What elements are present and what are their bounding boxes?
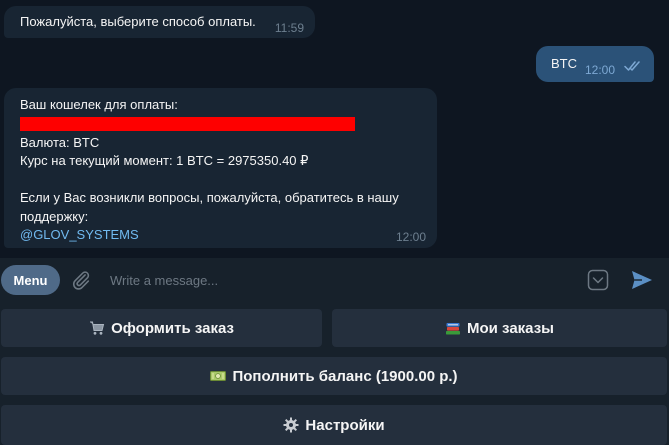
- menu-button[interactable]: Menu: [1, 265, 60, 295]
- rate-line: Курс на текущий момент: 1 BTC = 2975350.…: [20, 153, 309, 168]
- message-time: 11:59: [274, 21, 304, 35]
- bot-keyboard-toggle-icon[interactable]: [587, 269, 609, 291]
- settings-button[interactable]: Настройки: [1, 405, 667, 445]
- chat-area: Пожалуйста, выберите способ оплаты. 11:5…: [0, 0, 669, 258]
- support-text-cont: поддержку:: [20, 208, 89, 224]
- my-orders-button[interactable]: Мои заказы: [332, 309, 667, 347]
- incoming-message: Ваш кошелек для оплаты: Валюта: BTC Курс…: [4, 88, 437, 248]
- bot-keyboard: Оформить заказ Мои заказы Пополнить бала…: [0, 302, 669, 445]
- message-input[interactable]: [104, 266, 564, 294]
- message-time: 12:00: [585, 63, 616, 77]
- my-orders-label: Мои заказы: [467, 319, 554, 337]
- gear-icon: [283, 417, 299, 433]
- topup-balance-button[interactable]: Пополнить баланс (1900.00 р.): [1, 357, 667, 395]
- message-time: 12:00: [395, 230, 426, 244]
- support-link[interactable]: @GLOV_SYSTEMS: [20, 226, 437, 245]
- incoming-message: Пожалуйста, выберите способ оплаты. 11:5…: [4, 6, 315, 38]
- support-text: Если у Вас возникли вопросы, пожалуйста,…: [20, 190, 399, 205]
- redacted-wallet-address: [20, 116, 355, 131]
- shopping-cart-icon: [90, 321, 105, 335]
- dollar-banknote-icon: [210, 371, 227, 381]
- currency-line: Валюта: BTC: [20, 134, 100, 150]
- topup-balance-label: Пополнить баланс (1900.00 р.): [232, 367, 458, 385]
- send-icon[interactable]: [630, 269, 654, 291]
- books-icon: [446, 323, 461, 335]
- settings-label: Настройки: [305, 416, 385, 434]
- outgoing-message: BTC 12:00: [536, 46, 654, 82]
- message-composer: Menu: [0, 258, 669, 302]
- order-label: Оформить заказ: [111, 319, 234, 337]
- wallet-label: Ваш кошелек для оплаты:: [20, 97, 178, 112]
- order-button[interactable]: Оформить заказ: [1, 309, 322, 347]
- message-text: BTC: [551, 56, 577, 71]
- double-check-icon: [624, 61, 640, 71]
- message-text: Пожалуйста, выберите способ оплаты.: [20, 14, 256, 29]
- paperclip-icon[interactable]: [70, 269, 92, 291]
